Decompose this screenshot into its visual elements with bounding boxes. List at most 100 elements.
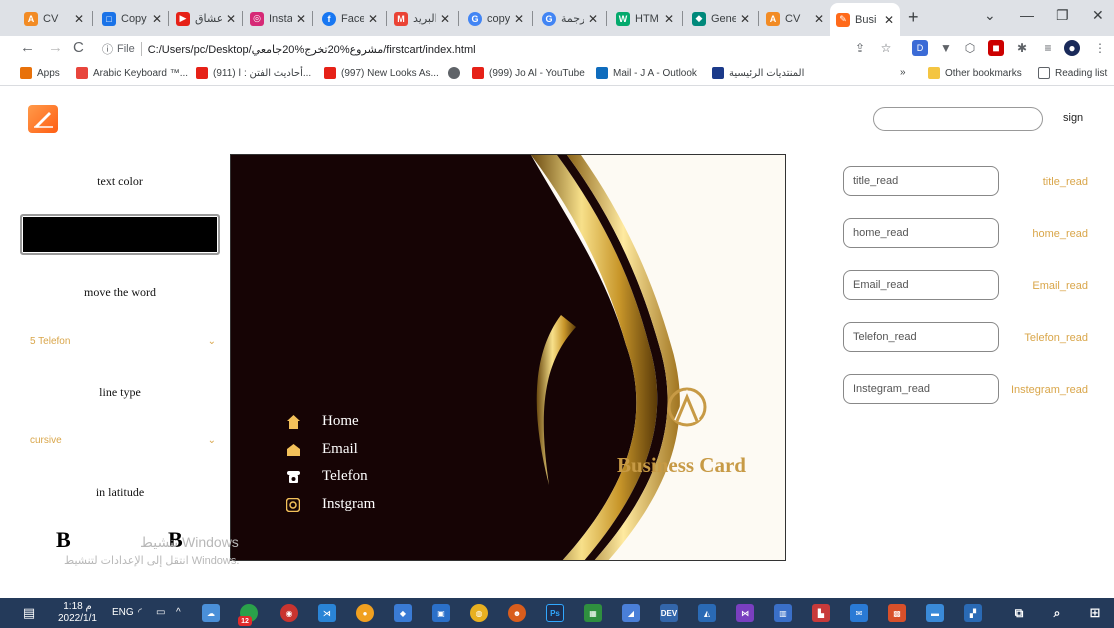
- business-card-favicon-icon: ✎: [836, 12, 850, 27]
- firefox-icon[interactable]: ●: [356, 604, 374, 622]
- sign-link[interactable]: sign: [1063, 112, 1083, 124]
- bookmark-youtube-2[interactable]: (997) New Looks As...: [324, 67, 439, 79]
- address-bar[interactable]: ⓘ File C:/Users/pc/Desktop/مشروع%20تخرج%…: [96, 38, 896, 60]
- tab-google-translate[interactable]: G ترجمة ✕: [536, 5, 604, 32]
- bookmark-youtube-3[interactable]: (999) Jo Al - YouTube: [472, 67, 585, 79]
- avatar[interactable]: ●: [1064, 40, 1080, 56]
- shield-icon[interactable]: ⬡: [962, 40, 978, 56]
- search-input[interactable]: [873, 107, 1043, 131]
- vscode-icon[interactable]: ⋊: [318, 604, 336, 622]
- minimize-icon[interactable]: —: [1020, 7, 1034, 23]
- info-icon[interactable]: ⓘ: [102, 41, 113, 57]
- bookmark-blank[interactable]: [448, 67, 465, 79]
- bookmark-outlook[interactable]: Mail - J A - Outlook: [596, 67, 697, 79]
- calculator-icon[interactable]: ▥: [774, 604, 792, 622]
- close-icon[interactable]: ✕: [440, 12, 450, 26]
- terminal-icon[interactable]: ▦: [584, 604, 602, 622]
- system-clock[interactable]: 1:18 م 2022/1/1: [58, 601, 97, 625]
- visual-studio-icon[interactable]: ⋈: [736, 604, 754, 622]
- mysql-icon[interactable]: ◭: [698, 604, 716, 622]
- forward-icon[interactable]: →: [48, 39, 63, 56]
- close-icon[interactable]: ✕: [152, 12, 162, 26]
- close-icon[interactable]: ✕: [884, 13, 894, 27]
- tab-cv-2[interactable]: A CV ✕: [760, 5, 830, 32]
- close-icon[interactable]: ✕: [368, 12, 378, 26]
- close-icon[interactable]: ✕: [296, 12, 306, 26]
- close-icon[interactable]: ✕: [514, 12, 524, 26]
- explorer-icon[interactable]: ▬: [926, 604, 944, 622]
- back-icon[interactable]: ←: [20, 39, 35, 56]
- wifi-icon[interactable]: ◜: [138, 607, 142, 618]
- bookmark-apps[interactable]: Apps: [20, 67, 60, 79]
- windows-app-icon[interactable]: ▞: [964, 604, 982, 622]
- keyboard-icon[interactable]: ▤: [20, 604, 38, 622]
- store-icon[interactable]: ▣: [432, 604, 450, 622]
- tray-chevron-icon[interactable]: ^: [176, 607, 181, 618]
- close-icon[interactable]: ✕: [814, 12, 824, 26]
- bookmark-forums[interactable]: المنتديات الرئيسية: [712, 67, 804, 79]
- home-read-input[interactable]: home_read: [843, 218, 999, 248]
- game-app-icon[interactable]: ☻: [508, 604, 526, 622]
- tab-search-icon[interactable]: ⌄: [984, 7, 996, 24]
- tab-cv[interactable]: A CV ✕: [18, 5, 90, 32]
- box-app-icon[interactable]: ◆: [394, 604, 412, 622]
- media-player-icon[interactable]: ◉: [280, 604, 298, 622]
- vpn-extension-icon[interactable]: ▼: [938, 40, 954, 56]
- title-read-input[interactable]: title_read: [843, 166, 999, 196]
- pdf-icon[interactable]: ▙: [812, 604, 830, 622]
- text-color-picker[interactable]: [20, 214, 220, 255]
- bookmark-reading-list[interactable]: Reading list: [1038, 67, 1107, 79]
- close-icon[interactable]: ✕: [664, 12, 674, 26]
- translate-extension-icon[interactable]: D: [912, 40, 928, 56]
- start-windows-icon[interactable]: ⊞: [1086, 604, 1104, 622]
- tab-gmail[interactable]: M البريد ✕: [388, 5, 456, 32]
- notification-badge: 12: [238, 616, 252, 626]
- close-icon[interactable]: ✕: [588, 12, 598, 26]
- line-type-select[interactable]: cursive ⌄: [30, 431, 220, 449]
- share-icon[interactable]: ⇪: [852, 40, 868, 56]
- bookmark-youtube-1[interactable]: (911) أحاديث الفتن : ا...: [196, 67, 311, 79]
- chrome-icon[interactable]: ◍: [470, 604, 488, 622]
- media-control-icon[interactable]: ≡: [1040, 40, 1056, 56]
- email-icon: [286, 443, 300, 457]
- battery-icon[interactable]: ▭: [156, 607, 165, 618]
- tab-youtube[interactable]: ▶ عشاق ✕: [170, 5, 242, 32]
- tab-google-copy[interactable]: G copy ✕: [462, 5, 530, 32]
- move-word-select[interactable]: 5 Telefon ⌄: [30, 332, 220, 350]
- close-icon[interactable]: ✕: [740, 12, 750, 26]
- window-close-icon[interactable]: ✕: [1092, 7, 1104, 24]
- task-view-icon[interactable]: ⧉: [1010, 604, 1028, 622]
- search-icon[interactable]: ⌕: [1048, 604, 1066, 622]
- photoshop-icon[interactable]: Ps: [546, 604, 564, 622]
- close-icon[interactable]: ✕: [74, 12, 84, 26]
- bookmarks-overflow-button[interactable]: »: [900, 67, 906, 78]
- restore-icon[interactable]: ❐: [1056, 7, 1069, 24]
- tab-w3schools[interactable]: W HTM ✕: [610, 5, 680, 32]
- language-indicator[interactable]: ENG: [112, 607, 134, 618]
- bookmark-arabic-keyboard[interactable]: Arabic Keyboard ™...: [76, 67, 188, 79]
- new-tab-button[interactable]: +: [908, 7, 919, 28]
- reload-icon[interactable]: C: [73, 39, 84, 56]
- star-icon[interactable]: ☆: [878, 40, 894, 56]
- tab-facebook[interactable]: f Facel ✕: [316, 5, 384, 32]
- tab-instagram[interactable]: ◎ Insta ✕: [244, 5, 312, 32]
- onedrive-icon[interactable]: ☁: [202, 604, 220, 622]
- notepad-icon[interactable]: ◢: [622, 604, 640, 622]
- tab-business-card[interactable]: ✎ Busi ✕: [830, 3, 900, 36]
- close-icon[interactable]: ✕: [226, 12, 236, 26]
- bold-button-left[interactable]: B: [56, 527, 71, 553]
- email-read-input[interactable]: Email_read: [843, 270, 999, 300]
- tab-generator[interactable]: ◆ Gene ✕: [686, 5, 756, 32]
- instegram-read-input[interactable]: Instegram_read: [843, 374, 999, 404]
- red-extension-icon[interactable]: ■: [988, 40, 1004, 56]
- xampp-icon[interactable]: ▩: [888, 604, 906, 622]
- bookmark-other[interactable]: Other bookmarks: [928, 67, 1022, 79]
- puzzle-icon[interactable]: ✱: [1014, 40, 1030, 56]
- menu-kebab-icon[interactable]: ⋮: [1092, 40, 1108, 56]
- dev-app-icon[interactable]: DEV: [660, 604, 678, 622]
- mail-icon[interactable]: ✉: [850, 604, 868, 622]
- line-type-label: line type: [99, 385, 141, 399]
- card-menu-item-home: Home: [286, 413, 359, 430]
- telefon-read-input[interactable]: Telefon_read: [843, 322, 999, 352]
- tab-copy[interactable]: □ Copy ✕: [96, 5, 168, 32]
